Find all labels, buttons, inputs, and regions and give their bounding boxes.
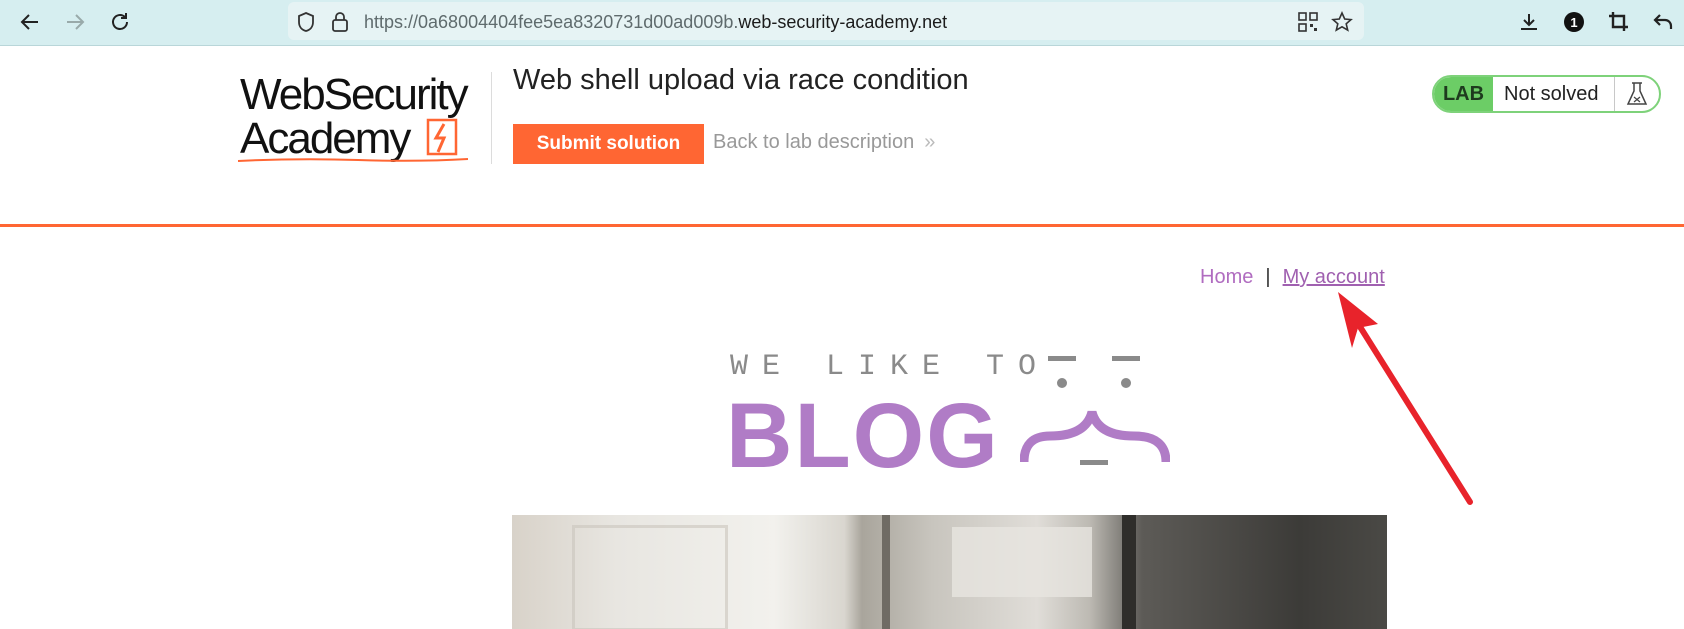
lab-status-badge: LAB Not solved [1432,75,1661,113]
url-text[interactable]: https://0a68004404fee5ea8320731d00ad009b… [364,12,947,33]
extension-badge-icon[interactable]: 1 [1557,6,1591,38]
crop-icon[interactable] [1602,6,1636,38]
header-orange-divider [0,224,1684,227]
lock-icon[interactable] [328,10,352,34]
url-domain: web-security-academy.net [738,12,948,32]
hero-dark-edge [1122,515,1136,629]
address-bar[interactable]: https://0a68004404fee5ea8320731d00ad009b… [288,2,1364,40]
web-security-academy-logo[interactable]: WebSecurity Academy [238,70,494,166]
blog-logo-tagline: WE LIKE TO [730,350,1051,384]
blog-hero-image [512,515,1387,629]
browser-toolbar: https://0a68004404fee5ea8320731d00ad009b… [0,0,1684,46]
shield-icon[interactable] [294,10,318,34]
lightning-logo-icon [426,118,458,156]
download-icon[interactable] [1512,6,1546,38]
flask-icon [1614,77,1659,111]
header-divider [491,72,492,164]
nav-separator: | [1265,266,1271,288]
my-account-link[interactable]: My account [1283,266,1385,288]
extension-count: 1 [1564,12,1584,32]
blog-nav: Home | My account [1200,266,1385,289]
undo-icon[interactable] [1646,6,1680,38]
lab-status-text: Not solved [1504,83,1599,105]
lab-title: Web shell upload via race condition [513,64,969,96]
red-annotation-arrow-icon [1338,292,1473,505]
logo-underline-icon [238,158,468,162]
star-bookmark-icon[interactable] [1330,10,1354,34]
back-to-lab-description-link[interactable]: Back to lab description » [713,131,935,154]
hero-blurred-frame [572,525,728,629]
reload-icon[interactable] [103,6,137,38]
double-chevron-right-icon: » [924,131,936,153]
lab-label: LAB [1434,77,1493,111]
hero-window [952,527,1092,597]
home-link[interactable]: Home [1200,266,1253,288]
qr-code-icon[interactable] [1296,10,1320,34]
blog-logo-title: BLOG [726,385,1000,487]
back-link-label: Back to lab description [713,131,915,153]
back-arrow-icon[interactable] [13,6,47,38]
url-prefix: https://0a68004404fee5ea8320731d00ad009b… [364,12,739,32]
logo-text-line1: WebSecurity [240,70,469,119]
forward-arrow-icon[interactable] [58,6,92,38]
hero-window-edge [882,515,890,629]
blog-face-logo-icon [1020,356,1170,465]
submit-solution-button[interactable]: Submit solution [513,124,704,164]
